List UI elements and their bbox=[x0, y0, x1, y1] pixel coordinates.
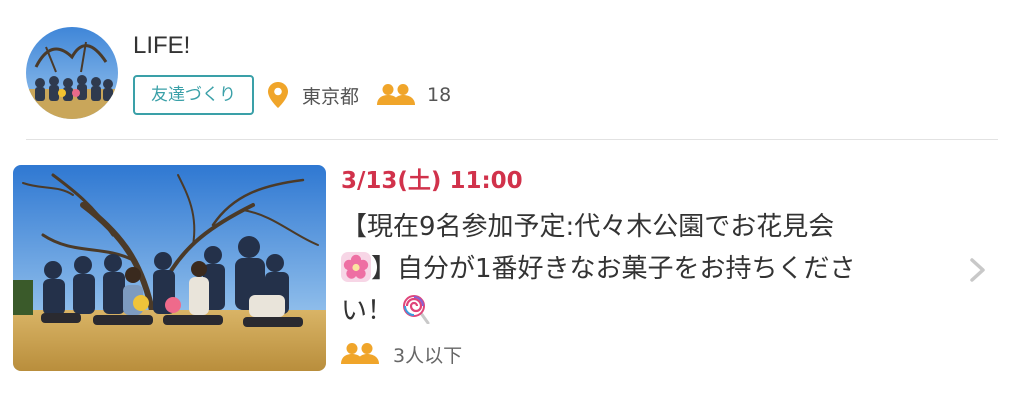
attendees-icon bbox=[341, 342, 379, 366]
category-tag[interactable]: 友達づくり bbox=[133, 75, 254, 115]
event-card[interactable]: 3/13(土) 11:00 【現在9名参加予定:代々木公園でお花見会 】自分が1… bbox=[0, 150, 1024, 390]
event-title-part3: い！ bbox=[341, 296, 394, 326]
cherry-blossom-icon bbox=[341, 252, 371, 282]
members-icon bbox=[377, 83, 416, 107]
group-avatar[interactable] bbox=[26, 27, 118, 119]
group-name[interactable]: LIFE! bbox=[133, 30, 190, 62]
event-date: 3/13(土) 11:00 bbox=[341, 168, 523, 194]
attendance-row: 3人以下 bbox=[341, 340, 462, 368]
event-title-part1: 【現在9名参加予定:代々木公園でお花見会 bbox=[341, 212, 835, 242]
section-divider bbox=[26, 139, 998, 140]
location-label: 東京都 bbox=[302, 85, 360, 108]
group-header: LIFE! 友達づくり 東京都 18 bbox=[0, 0, 1024, 140]
group-meta: 友達づくり 東京都 18 bbox=[133, 74, 451, 116]
lollipop-icon bbox=[401, 294, 431, 325]
attendance-label: 3人以下 bbox=[393, 344, 463, 367]
event-title[interactable]: 【現在9名参加予定:代々木公園でお花見会 】自分が1番好きなお菓子をお持ちくださ… bbox=[341, 206, 941, 332]
chevron-right-icon[interactable] bbox=[966, 256, 990, 284]
members-count: 18 bbox=[427, 84, 452, 106]
event-title-part2: 】自分が1番好きなお菓子をお持ちくださ bbox=[371, 254, 856, 284]
location-pin-icon bbox=[268, 82, 288, 108]
event-photo bbox=[13, 165, 326, 371]
